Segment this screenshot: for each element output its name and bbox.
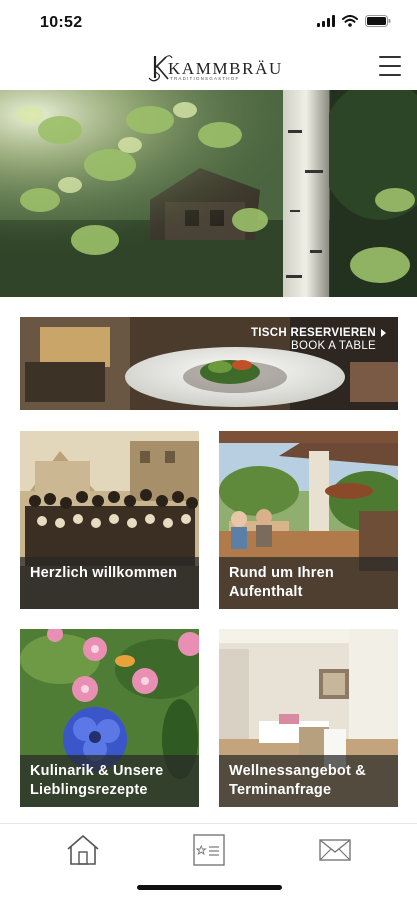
tile-caption: Wellnessangebot & Terminanfrage [219, 755, 398, 807]
tile-caption: Kulinarik & Unsere Lieblingsrezepte [20, 755, 199, 807]
tile-rund-um-ihren-aufenthalt[interactable]: Rund um Ihren Aufenthalt [219, 431, 398, 609]
tab-home[interactable] [63, 833, 103, 867]
tile-herzlich-willkommen[interactable]: Herzlich willkommen [20, 431, 199, 609]
hero-image [0, 90, 417, 297]
book-a-table-label: BOOK A TABLE [291, 340, 376, 352]
signal-icon [317, 15, 335, 27]
status-icons [317, 15, 391, 27]
tab-card[interactable] [189, 833, 229, 867]
status-time: 10:52 [40, 14, 83, 31]
tisch-reservieren-label: TISCH RESERVIEREN [250, 327, 376, 339]
app-header: KAMMBRÄU TRADITIONSGASTHOF [0, 46, 417, 90]
status-bar: 10:52 [0, 0, 417, 46]
banner-text: TISCH RESERVIEREN BOOK A TABLE [251, 327, 386, 352]
tab-mail[interactable] [315, 833, 355, 867]
home-icon [67, 835, 99, 865]
id-card-icon [193, 834, 225, 866]
tile-kulinarik-rezepte[interactable]: Kulinarik & Unsere Lieblingsrezepte [20, 629, 199, 807]
logo-tagline: TRADITIONSGASTHOF [170, 76, 240, 81]
triangle-right-icon [381, 329, 386, 337]
tile-caption: Herzlich willkommen [20, 557, 199, 609]
birch-tree-forest-chalet-photo [0, 90, 417, 297]
tile-wellnessangebot[interactable]: Wellnessangebot & Terminanfrage [219, 629, 398, 807]
battery-icon [365, 15, 391, 27]
hamburger-menu-icon[interactable] [379, 56, 401, 76]
banner-line1: TISCH RESERVIEREN [251, 327, 386, 339]
kammbraeu-logo[interactable]: KAMMBRÄU TRADITIONSGASTHOF [146, 52, 281, 84]
envelope-icon [319, 839, 351, 861]
wifi-icon [342, 15, 358, 27]
book-a-table-banner[interactable]: TISCH RESERVIEREN BOOK A TABLE [20, 317, 398, 410]
home-indicator[interactable] [137, 885, 282, 890]
tile-caption: Rund um Ihren Aufenthalt [219, 557, 398, 609]
